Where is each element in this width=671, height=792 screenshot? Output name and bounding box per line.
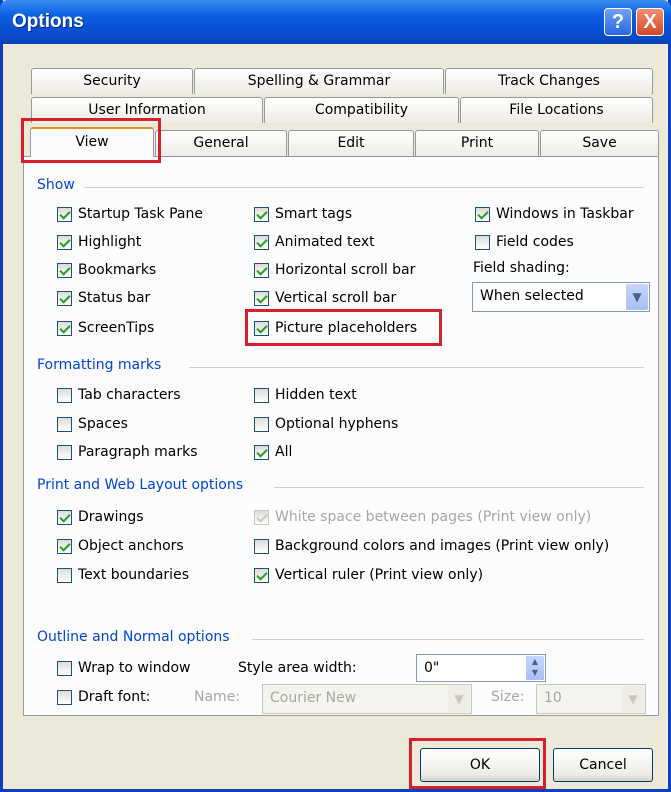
vertical-ruler-checkbox[interactable]: Vertical ruler (Print view only)	[254, 565, 483, 585]
screentips-checkbox[interactable]: ScreenTips	[57, 318, 154, 338]
field-shading-label: Field shading:	[473, 260, 570, 276]
close-icon[interactable]: X	[636, 8, 664, 36]
tab-view[interactable]: View	[30, 127, 154, 157]
spaces-checkbox[interactable]: Spaces	[57, 414, 128, 434]
checkbox-checked-icon	[254, 509, 269, 525]
checkbox-unchecked-icon	[57, 416, 72, 432]
drawings-checkbox[interactable]: Drawings	[57, 507, 144, 527]
dialog-title: Options	[12, 11, 84, 32]
show-group-divider	[84, 187, 644, 188]
checkbox-checked-icon	[57, 234, 72, 250]
print-web-layout-group-label: Print and Web Layout options	[37, 477, 244, 493]
formatting-marks-group-label: Formatting marks	[37, 357, 162, 373]
checkbox-checked-icon	[254, 567, 269, 583]
draft-font-name-select: Courier New ▼	[262, 684, 472, 714]
checkbox-checked-icon	[57, 290, 72, 306]
tab-security[interactable]: Security	[31, 68, 193, 94]
checkbox-unchecked-icon	[57, 689, 72, 705]
text-boundaries-checkbox[interactable]: Text boundaries	[57, 565, 189, 585]
tab-track-changes[interactable]: Track Changes	[445, 68, 653, 94]
view-tab-panel: Show Startup Task Pane Highlight Bookmar…	[23, 156, 659, 716]
name-label: Name:	[194, 689, 241, 705]
checkbox-checked-icon	[254, 206, 269, 222]
tab-save[interactable]: Save	[540, 130, 659, 156]
all-checkbox[interactable]: All	[254, 442, 292, 462]
checkbox-unchecked-icon	[57, 387, 72, 403]
checkbox-checked-icon	[475, 206, 490, 222]
bookmarks-checkbox[interactable]: Bookmarks	[57, 260, 156, 280]
checkbox-unchecked-icon	[57, 660, 72, 676]
tab-characters-checkbox[interactable]: Tab characters	[57, 385, 180, 405]
checkbox-checked-icon	[57, 538, 72, 554]
windows-in-taskbar-checkbox[interactable]: Windows in Taskbar	[475, 204, 634, 224]
tab-print[interactable]: Print	[415, 130, 539, 156]
background-colors-images-checkbox[interactable]: Background colors and images (Print view…	[254, 536, 609, 556]
animated-text-checkbox[interactable]: Animated text	[254, 232, 375, 252]
tab-file-locations[interactable]: File Locations	[460, 97, 653, 123]
status-bar-checkbox[interactable]: Status bar	[57, 288, 150, 308]
style-area-width-value: 0"	[424, 660, 440, 676]
checkbox-checked-icon	[254, 262, 269, 278]
tab-user-information[interactable]: User Information	[31, 97, 263, 123]
show-group-label: Show	[37, 177, 75, 193]
field-codes-checkbox[interactable]: Field codes	[475, 232, 574, 252]
checkbox-checked-icon	[254, 320, 269, 336]
wrap-to-window-checkbox[interactable]: Wrap to window	[57, 658, 191, 678]
field-shading-value: When selected	[480, 288, 584, 304]
draft-font-name-value: Courier New	[270, 690, 357, 706]
title-bar[interactable]: Options ? X	[0, 0, 671, 44]
draft-font-size-select: 10 ▼	[536, 684, 646, 714]
white-space-between-pages-checkbox: White space between pages (Print view on…	[254, 507, 591, 527]
checkbox-checked-icon	[57, 262, 72, 278]
hidden-text-checkbox[interactable]: Hidden text	[254, 385, 357, 405]
outline-normal-divider	[252, 639, 644, 640]
ok-button[interactable]: OK	[420, 748, 540, 782]
vertical-scroll-bar-checkbox[interactable]: Vertical scroll bar	[254, 288, 396, 308]
print-web-layout-divider	[274, 487, 644, 488]
options-dialog: Options ? X Security Spelling & Grammar …	[0, 0, 671, 792]
checkbox-unchecked-icon	[475, 234, 490, 250]
checkbox-checked-icon	[57, 320, 72, 336]
chevron-down-icon: ▼	[448, 686, 470, 712]
field-shading-select[interactable]: When selected ▼	[472, 282, 650, 312]
startup-task-pane-checkbox[interactable]: Startup Task Pane	[57, 204, 203, 224]
formatting-marks-divider	[189, 367, 644, 368]
highlight-checkbox[interactable]: Highlight	[57, 232, 141, 252]
style-area-width-label: Style area width:	[238, 660, 357, 676]
draft-font-size-value: 10	[544, 690, 562, 706]
chevron-down-icon: ▼	[622, 686, 644, 712]
checkbox-unchecked-icon	[254, 416, 269, 432]
picture-placeholders-checkbox[interactable]: Picture placeholders	[254, 318, 417, 338]
checkbox-checked-icon	[57, 206, 72, 222]
checkbox-checked-icon	[254, 444, 269, 460]
checkbox-unchecked-icon	[57, 444, 72, 460]
outline-normal-group-label: Outline and Normal options	[37, 629, 230, 645]
horizontal-scroll-bar-checkbox[interactable]: Horizontal scroll bar	[254, 260, 415, 280]
size-label: Size:	[491, 689, 525, 705]
object-anchors-checkbox[interactable]: Object anchors	[57, 536, 184, 556]
chevron-down-icon: ▼	[626, 284, 648, 310]
cancel-button[interactable]: Cancel	[553, 748, 653, 782]
checkbox-unchecked-icon	[254, 387, 269, 403]
checkbox-checked-icon	[57, 509, 72, 525]
help-icon[interactable]: ?	[604, 8, 632, 36]
spinner-arrows-icon[interactable]: ▲ ▼	[526, 656, 544, 680]
tab-compatibility[interactable]: Compatibility	[264, 97, 459, 123]
paragraph-marks-checkbox[interactable]: Paragraph marks	[57, 442, 198, 462]
tab-general[interactable]: General	[155, 130, 287, 156]
draft-font-checkbox[interactable]: Draft font:	[57, 687, 150, 707]
tab-edit[interactable]: Edit	[288, 130, 414, 156]
checkbox-checked-icon	[254, 290, 269, 306]
smart-tags-checkbox[interactable]: Smart tags	[254, 204, 352, 224]
checkbox-checked-icon	[254, 234, 269, 250]
tab-spelling-grammar[interactable]: Spelling & Grammar	[194, 68, 444, 94]
optional-hyphens-checkbox[interactable]: Optional hyphens	[254, 414, 398, 434]
checkbox-unchecked-icon	[57, 567, 72, 583]
style-area-width-spinner[interactable]: 0" ▲ ▼	[416, 654, 546, 682]
checkbox-unchecked-icon	[254, 538, 269, 554]
